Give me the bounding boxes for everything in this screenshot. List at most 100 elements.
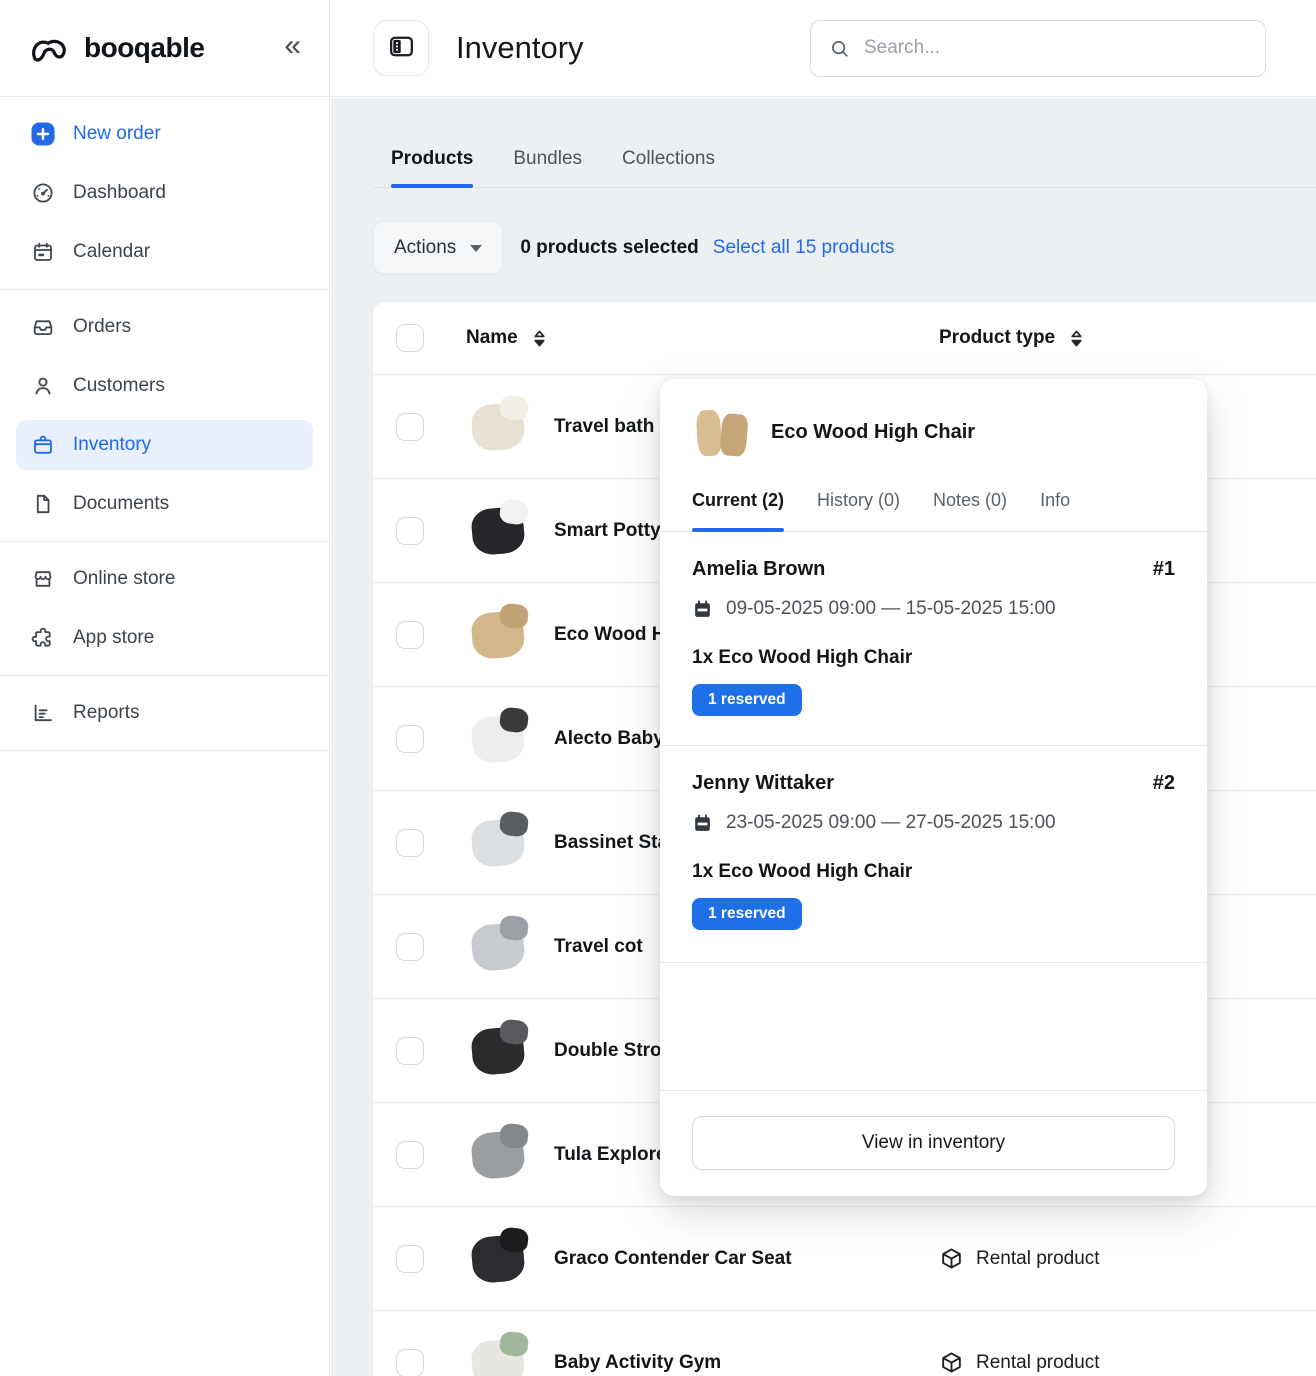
tab-products[interactable]: Products bbox=[391, 148, 473, 187]
order-number[interactable]: #2 bbox=[1153, 772, 1175, 795]
actions-button[interactable]: Actions bbox=[373, 221, 503, 274]
row-checkbox[interactable] bbox=[396, 829, 424, 857]
box-icon bbox=[30, 432, 56, 458]
product-type-label: Rental product bbox=[976, 1352, 1100, 1374]
page-panel-toggle-button[interactable] bbox=[373, 20, 429, 76]
sidebar-item-inventory[interactable]: Inventory bbox=[16, 420, 313, 470]
product-photo bbox=[695, 404, 751, 460]
sidebar-item-label: Documents bbox=[73, 493, 169, 515]
product-name[interactable]: Baby Activity Gym bbox=[554, 1352, 721, 1374]
product-photo bbox=[469, 1332, 531, 1376]
row-checkbox[interactable] bbox=[396, 517, 424, 545]
page-title: Inventory bbox=[456, 30, 584, 66]
sidebar-item-label: Inventory bbox=[73, 434, 151, 456]
select-all-checkbox[interactable] bbox=[396, 324, 424, 352]
main-tabs: Products Bundles Collections bbox=[373, 148, 1316, 188]
tab-collections[interactable]: Collections bbox=[622, 148, 715, 187]
popover-product-title: Eco Wood High Chair bbox=[771, 421, 975, 444]
actions-button-label: Actions bbox=[394, 237, 456, 259]
popover-tabs: Current (2) History (0) Notes (0) Info bbox=[660, 490, 1207, 532]
product-name[interactable]: Graco Contender Car Seat bbox=[554, 1248, 792, 1270]
product-name[interactable]: Travel bath bbox=[554, 416, 654, 438]
reservation-block: Amelia Brown #1 09-05-2025 09:00 — 15-05-2… bbox=[660, 532, 1207, 745]
calendar-icon bbox=[692, 813, 713, 834]
product-type-cell: Rental product bbox=[939, 1350, 1100, 1376]
popover-tab-history-0[interactable]: History (0) bbox=[817, 490, 900, 531]
chart-icon bbox=[30, 700, 56, 726]
sidebar-item-orders[interactable]: Orders bbox=[16, 302, 313, 352]
reservation-period: 23-05-2025 09:00 — 27-05-2025 15:00 bbox=[692, 812, 1175, 834]
column-header-product-type: Product type bbox=[939, 327, 1084, 349]
table-row[interactable]: Graco Contender Car Seat Rental product bbox=[373, 1206, 1316, 1310]
sidebar-nav-group: Online store App store bbox=[0, 542, 329, 676]
sidebar-collapse-button[interactable]: « bbox=[284, 31, 301, 65]
row-checkbox[interactable] bbox=[396, 1141, 424, 1169]
sidebar-item-label: New order bbox=[73, 123, 161, 145]
sidebar: booqable « New order Dashboard Calendar Ord… bbox=[0, 0, 330, 1376]
column-type-label: Product type bbox=[939, 327, 1055, 349]
column-name-label: Name bbox=[466, 327, 518, 349]
row-checkbox[interactable] bbox=[396, 413, 424, 441]
search-icon bbox=[829, 38, 850, 59]
popover-spacer bbox=[660, 962, 1207, 1090]
person-icon bbox=[30, 373, 56, 399]
sidebar-item-label: Calendar bbox=[73, 241, 150, 263]
product-type-label: Rental product bbox=[976, 1248, 1100, 1270]
sidebar-item-label: Orders bbox=[73, 316, 131, 338]
sidebar-item-label: Online store bbox=[73, 568, 175, 590]
reserved-badge: 1 reserved bbox=[692, 898, 802, 930]
calendar-icon bbox=[692, 599, 713, 620]
sidebar-item-dashboard[interactable]: Dashboard bbox=[16, 168, 313, 218]
sidebar-item-app-store[interactable]: App store bbox=[16, 613, 313, 663]
actions-row: Actions 0 products selected Select all 1… bbox=[373, 221, 1316, 274]
popover-header: Eco Wood High Chair bbox=[660, 379, 1207, 460]
sort-icon[interactable] bbox=[532, 329, 547, 348]
table-row[interactable]: Baby Activity Gym Rental product bbox=[373, 1310, 1316, 1376]
product-name[interactable]: Travel cot bbox=[554, 936, 643, 958]
product-name[interactable]: Smart Potty bbox=[554, 520, 661, 542]
reservation-period: 09-05-2025 09:00 — 15-05-2025 15:00 bbox=[692, 598, 1175, 620]
sidebar-nav: New order Dashboard Calendar Orders Customer… bbox=[0, 97, 329, 751]
search-box[interactable] bbox=[810, 20, 1266, 77]
customer-name[interactable]: Jenny Wittaker bbox=[692, 772, 834, 795]
row-checkbox[interactable] bbox=[396, 933, 424, 961]
sidebar-item-documents[interactable]: Documents bbox=[16, 479, 313, 529]
row-checkbox[interactable] bbox=[396, 1037, 424, 1065]
calendar-icon bbox=[30, 239, 56, 265]
product-photo bbox=[469, 1228, 531, 1290]
booqable-logo: booqable bbox=[28, 31, 204, 65]
reservation-header: Jenny Wittaker #2 bbox=[692, 772, 1175, 795]
search-input[interactable] bbox=[864, 37, 1247, 59]
product-photo bbox=[469, 1124, 531, 1186]
app-window: booqable « New order Dashboard Calendar Ord… bbox=[0, 0, 1316, 1376]
popover-tab-notes-0[interactable]: Notes (0) bbox=[933, 490, 1007, 531]
chevron-down-icon bbox=[470, 245, 482, 252]
sidebar-item-reports[interactable]: Reports bbox=[16, 688, 313, 738]
tab-bundles[interactable]: Bundles bbox=[513, 148, 582, 187]
popover-tab-info[interactable]: Info bbox=[1040, 490, 1070, 531]
sidebar-item-online-store[interactable]: Online store bbox=[16, 554, 313, 604]
document-icon bbox=[30, 491, 56, 517]
dashboard-icon bbox=[30, 180, 56, 206]
booqable-logo-text: booqable bbox=[84, 32, 204, 64]
inbox-icon bbox=[30, 314, 56, 340]
sidebar-item-calendar[interactable]: Calendar bbox=[16, 227, 313, 277]
product-photo bbox=[469, 1020, 531, 1082]
customer-name[interactable]: Amelia Brown bbox=[692, 558, 825, 581]
sidebar-item-label: App store bbox=[73, 627, 154, 649]
view-in-inventory-button[interactable]: View in inventory bbox=[692, 1116, 1175, 1170]
row-checkbox[interactable] bbox=[396, 1349, 424, 1376]
row-checkbox[interactable] bbox=[396, 725, 424, 753]
row-checkbox[interactable] bbox=[396, 621, 424, 649]
period-text: 09-05-2025 09:00 — 15-05-2025 15:00 bbox=[726, 598, 1056, 620]
select-all-link[interactable]: Select all 15 products bbox=[713, 237, 895, 259]
sidebar-item-new-order[interactable]: New order bbox=[16, 109, 313, 159]
popover-tab-current-2[interactable]: Current (2) bbox=[692, 490, 784, 531]
sidebar-item-label: Reports bbox=[73, 702, 140, 724]
sidebar-item-customers[interactable]: Customers bbox=[16, 361, 313, 411]
reserved-badge: 1 reserved bbox=[692, 684, 802, 716]
sort-icon[interactable] bbox=[1069, 329, 1084, 348]
product-name[interactable]: Tula Explorer bbox=[554, 1144, 674, 1166]
order-number[interactable]: #1 bbox=[1153, 558, 1175, 581]
row-checkbox[interactable] bbox=[396, 1245, 424, 1273]
